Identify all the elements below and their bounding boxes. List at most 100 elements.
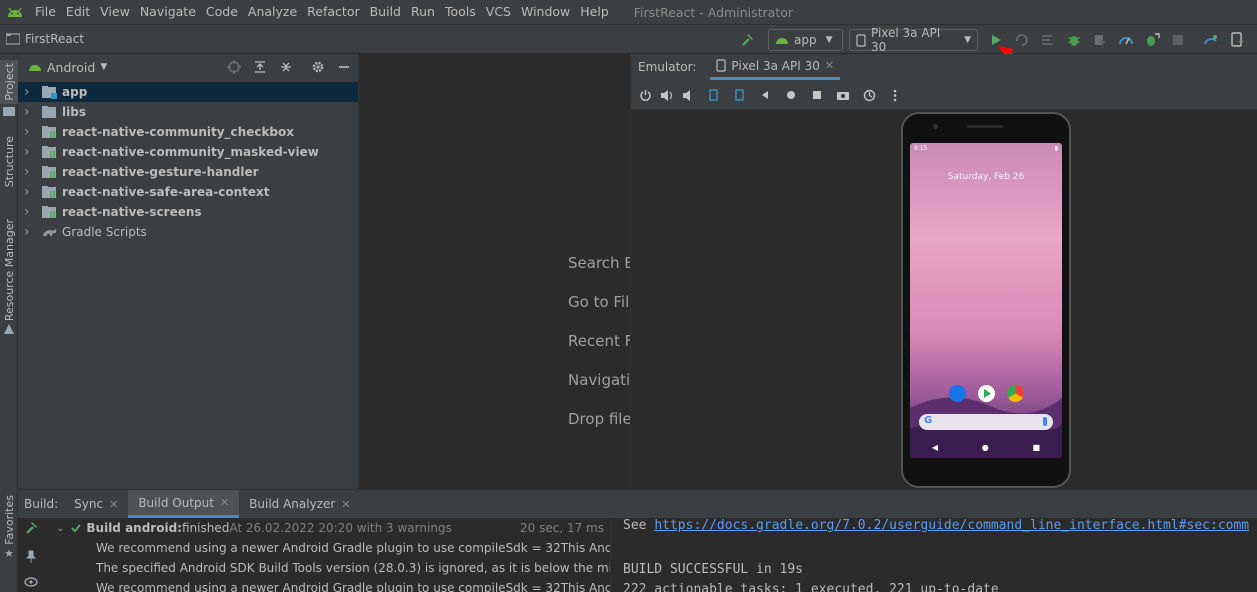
phone-screen[interactable]: 8:15 ▮ Saturday, Feb 26 G ◀ ● ■	[910, 143, 1062, 458]
phone-home-icon[interactable]: ●	[982, 443, 989, 452]
rotate-left-icon[interactable]	[705, 87, 721, 103]
build-warning-row[interactable]: The specified Android SDK Build Tools ve…	[18, 558, 610, 578]
build-root-status: finished	[181, 521, 230, 535]
breadcrumb[interactable]: FirstReact	[6, 32, 84, 46]
google-search-bar[interactable]: G	[919, 414, 1053, 430]
tree-item-react-native-screens[interactable]: › react-native-screens	[18, 202, 358, 222]
phone-device-icon	[716, 59, 726, 72]
tool-tab-resource-manager[interactable]: Resource Manager	[0, 219, 18, 321]
menu-help[interactable]: Help	[575, 0, 614, 24]
tree-item-app[interactable]: › app	[18, 82, 358, 102]
pin-icon[interactable]	[24, 550, 38, 564]
sync-gradle-icon[interactable]	[1202, 31, 1220, 49]
chevron-right-icon[interactable]: ›	[24, 144, 36, 160]
tree-item-label: app	[62, 85, 88, 99]
menu-file[interactable]: File	[30, 0, 61, 24]
back-icon[interactable]	[757, 87, 773, 103]
folder-icon	[0, 104, 18, 118]
phone-device-icon	[856, 33, 866, 47]
gradle-docs-link[interactable]: https://docs.gradle.org/7.0.2/userguide/…	[654, 518, 1249, 533]
tab-build-output[interactable]: Build Output ✕	[128, 490, 240, 518]
chevron-down-icon[interactable]: ⌄	[56, 523, 64, 534]
tool-tab-project[interactable]: Project	[0, 60, 18, 104]
menu-window[interactable]: Window	[516, 0, 575, 24]
phone-recents-icon[interactable]: ■	[1033, 443, 1041, 452]
snapshot-icon[interactable]	[861, 87, 877, 103]
menu-view[interactable]: View	[95, 0, 135, 24]
chevron-right-icon[interactable]: ›	[24, 164, 36, 180]
battery-icon: ▮	[1054, 145, 1058, 152]
close-icon[interactable]: ✕	[825, 59, 834, 72]
hide-panel-icon[interactable]	[336, 59, 352, 75]
chevron-right-icon[interactable]: ›	[24, 104, 36, 120]
build-warning-row[interactable]: We recommend using a newer Android Gradl…	[18, 578, 610, 592]
emulator-phone-device[interactable]: 8:15 ▮ Saturday, Feb 26 G ◀ ● ■	[901, 112, 1071, 488]
overview-icon[interactable]	[809, 87, 825, 103]
device-select[interactable]: Pixel 3a API 30 ▼	[849, 26, 978, 54]
menu-edit[interactable]: Edit	[61, 0, 95, 24]
emulator-device-tab[interactable]: Pixel 3a API 30 ✕	[710, 54, 841, 80]
eye-icon[interactable]	[24, 576, 38, 588]
menu-analyze[interactable]: Analyze	[243, 0, 302, 24]
close-icon[interactable]: ✕	[220, 496, 229, 509]
tab-sync[interactable]: Sync ✕	[64, 490, 128, 518]
tool-tab-favorites[interactable]: Favorites	[0, 494, 18, 546]
chevron-right-icon[interactable]: ›	[24, 84, 36, 100]
console-see-line: See https://docs.gradle.org/7.0.2/usergu…	[623, 518, 1249, 533]
build-warning-row[interactable]: We recommend using a newer Android Gradl…	[18, 538, 610, 558]
menu-refactor[interactable]: Refactor	[302, 0, 364, 24]
rotate-right-icon[interactable]	[731, 87, 747, 103]
tree-item-react-native-safe-area-context[interactable]: › react-native-safe-area-context	[18, 182, 358, 202]
locate-target-icon[interactable]	[226, 59, 242, 75]
power-icon[interactable]	[637, 87, 653, 103]
chevron-right-icon[interactable]: ›	[24, 124, 36, 140]
tool-tab-structure[interactable]: Structure	[0, 132, 18, 192]
stop-icon[interactable]	[1169, 31, 1187, 49]
tree-item-label: react-native-safe-area-context	[62, 185, 270, 199]
device-manager-icon[interactable]	[1228, 31, 1246, 49]
left-tool-stripe: Project Structure Resource Manager Favor…	[0, 54, 18, 592]
menu-code[interactable]: Code	[201, 0, 243, 24]
editor-empty-area[interactable]: Search Ev Go to File Recent Fi Navigatio…	[359, 54, 643, 489]
build-console-output[interactable]: See https://docs.gradle.org/7.0.2/usergu…	[610, 518, 1257, 592]
chevron-right-icon[interactable]: ›	[24, 224, 36, 240]
console-see-prefix: See	[623, 518, 655, 533]
build-output-tree: ⌄ Build android: finished At 26.02.2022 …	[18, 518, 610, 592]
tab-build-analyzer[interactable]: Build Analyzer ✕	[239, 490, 360, 518]
library-folder-icon	[42, 166, 56, 178]
hammer-build-icon[interactable]	[739, 31, 757, 49]
hammer-icon[interactable]	[24, 520, 40, 536]
messages-app-icon[interactable]	[949, 385, 966, 402]
play-store-app-icon[interactable]	[978, 385, 995, 402]
menu-build[interactable]: Build	[365, 0, 406, 24]
volume-up-icon[interactable]	[659, 87, 675, 103]
emulator-panel: Emulator: Pixel 3a API 30 ✕ 8:15 ▮ Satur…	[630, 54, 1257, 489]
tree-item-react-native-gesture-handler[interactable]: › react-native-gesture-handler	[18, 162, 358, 182]
run-configuration-select[interactable]: app ▼	[768, 29, 843, 51]
volume-down-icon[interactable]	[681, 87, 697, 103]
expand-all-icon[interactable]	[252, 59, 268, 75]
menu-run[interactable]: Run	[406, 0, 440, 24]
phone-back-icon[interactable]: ◀	[932, 443, 938, 452]
menu-tools[interactable]: Tools	[440, 0, 481, 24]
breadcrumb-project[interactable]: FirstReact	[25, 32, 84, 46]
tree-item-react-native-community-masked-view[interactable]: › react-native-community_masked-view	[18, 142, 358, 162]
screenshot-camera-icon[interactable]	[835, 87, 851, 103]
menu-vcs[interactable]: VCS	[481, 0, 516, 24]
close-icon[interactable]: ✕	[109, 498, 118, 511]
menu-navigate[interactable]: Navigate	[135, 0, 201, 24]
gear-icon[interactable]	[310, 59, 326, 75]
project-view-select[interactable]: Android ▼	[28, 60, 107, 75]
tree-item-gradle-scripts[interactable]: › Gradle Scripts	[18, 222, 358, 242]
phone-status-bar: 8:15 ▮	[914, 145, 1058, 153]
build-root-row[interactable]: ⌄ Build android: finished At 26.02.2022 …	[18, 518, 610, 538]
chevron-right-icon[interactable]: ›	[24, 184, 36, 200]
collapse-all-icon[interactable]	[278, 59, 294, 75]
chevron-right-icon[interactable]: ›	[24, 204, 36, 220]
chrome-app-icon[interactable]	[1007, 385, 1024, 402]
more-options-icon[interactable]	[887, 87, 903, 103]
tree-item-libs[interactable]: › libs	[18, 102, 358, 122]
home-icon[interactable]	[783, 87, 799, 103]
tree-item-react-native-community-checkbox[interactable]: › react-native-community_checkbox	[18, 122, 358, 142]
close-icon[interactable]: ✕	[341, 498, 350, 511]
